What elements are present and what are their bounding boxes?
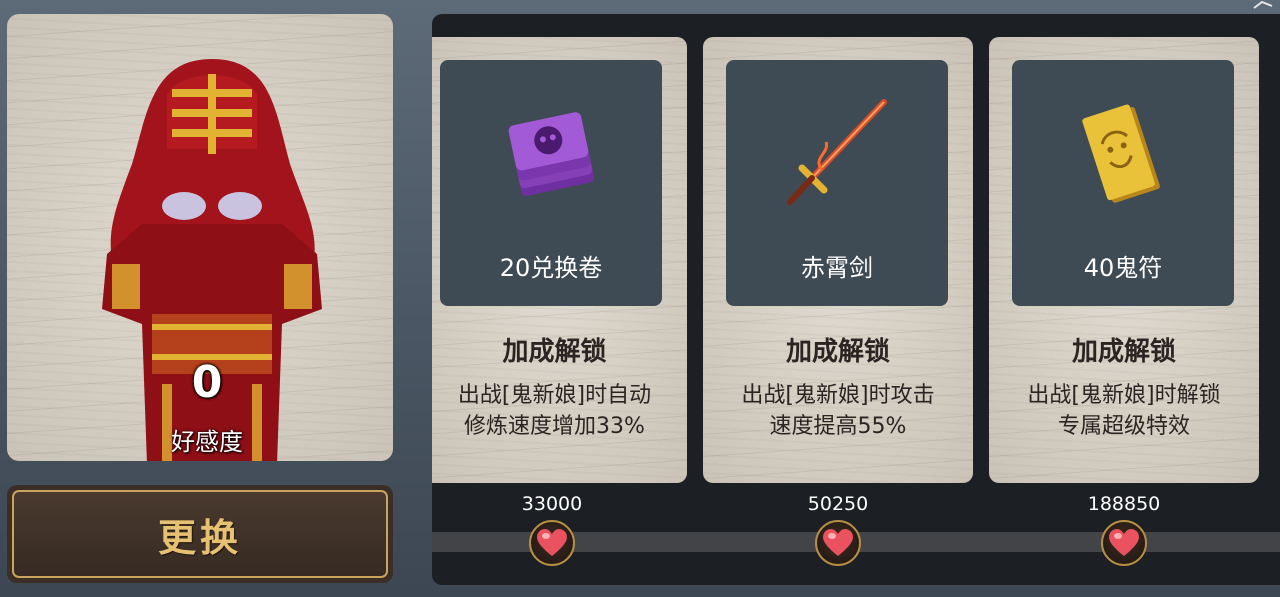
reward-item-name: 赤霄剑 <box>801 254 873 282</box>
reward-item-slot[interactable]: 40鬼符 <box>1012 60 1234 306</box>
red-sword-icon <box>787 99 887 205</box>
reward-description-line: 修炼速度增加33% <box>464 414 645 439</box>
reward-item-name: 20兑换卷 <box>499 254 603 282</box>
affinity-rewards-panel: 20兑换卷 加成解锁 出战[鬼新娘]时自动 修炼速度增加33% 赤霄剑 加成解锁… <box>432 14 1280 585</box>
reward-item-name: 40鬼符 <box>1083 254 1163 282</box>
character-portrait-card: 0 好感度 <box>7 14 393 461</box>
reward-description: 出战[鬼新娘]时自动 修炼速度增加33% <box>432 380 677 442</box>
change-button-frame[interactable]: 更换 <box>12 490 388 578</box>
reward-title: 加成解锁 <box>785 337 890 367</box>
reward-card: 赤霄剑 加成解锁 出战[鬼新娘]时攻击 速度提高55% <box>703 37 973 483</box>
reward-item-slot[interactable]: 20兑换卷 <box>440 60 662 306</box>
reward-card: 20兑换卷 加成解锁 出战[鬼新娘]时自动 修炼速度增加33% <box>432 37 687 483</box>
gold-talisman-stack-icon <box>1082 104 1160 203</box>
threshold-value: 188850 <box>1087 493 1161 515</box>
reward-description: 出战[鬼新娘]时攻击 速度提高55% <box>713 380 963 442</box>
heart-icon <box>823 529 853 556</box>
heart-icon <box>537 529 567 556</box>
reward-description-line: 速度提高55% <box>769 414 907 439</box>
heart-milestone-node[interactable] <box>1101 520 1147 566</box>
reward-description-line: 出战[鬼新娘]时解锁 <box>1027 383 1221 408</box>
heart-icon <box>1109 529 1139 556</box>
change-button-label: 更换 <box>157 515 242 560</box>
reward-title: 加成解锁 <box>1071 337 1176 367</box>
change-button[interactable]: 更换 <box>7 485 393 583</box>
reward-description-line: 专属超级特效 <box>1057 414 1190 439</box>
threshold-value: 50250 <box>807 493 869 515</box>
reward-title: 加成解锁 <box>502 337 607 367</box>
heart-milestone-node[interactable] <box>815 520 861 566</box>
reward-card: 40鬼符 加成解锁 出战[鬼新娘]时解锁 专属超级特效 <box>989 37 1259 483</box>
reward-description-line: 出战[鬼新娘]时自动 <box>457 383 652 408</box>
reward-description: 出战[鬼新娘]时解锁 专属超级特效 <box>999 380 1249 442</box>
affinity-label: 好感度 <box>171 428 243 456</box>
heart-milestone-node[interactable] <box>529 520 575 566</box>
corner-decoration-icon <box>1253 0 1273 9</box>
purple-ticket-stack-icon <box>508 112 594 196</box>
threshold-value: 33000 <box>521 493 583 515</box>
reward-item-slot[interactable]: 赤霄剑 <box>726 60 948 306</box>
reward-description-line: 出战[鬼新娘]时攻击 <box>741 383 935 408</box>
affinity-value: 0 <box>191 357 223 408</box>
